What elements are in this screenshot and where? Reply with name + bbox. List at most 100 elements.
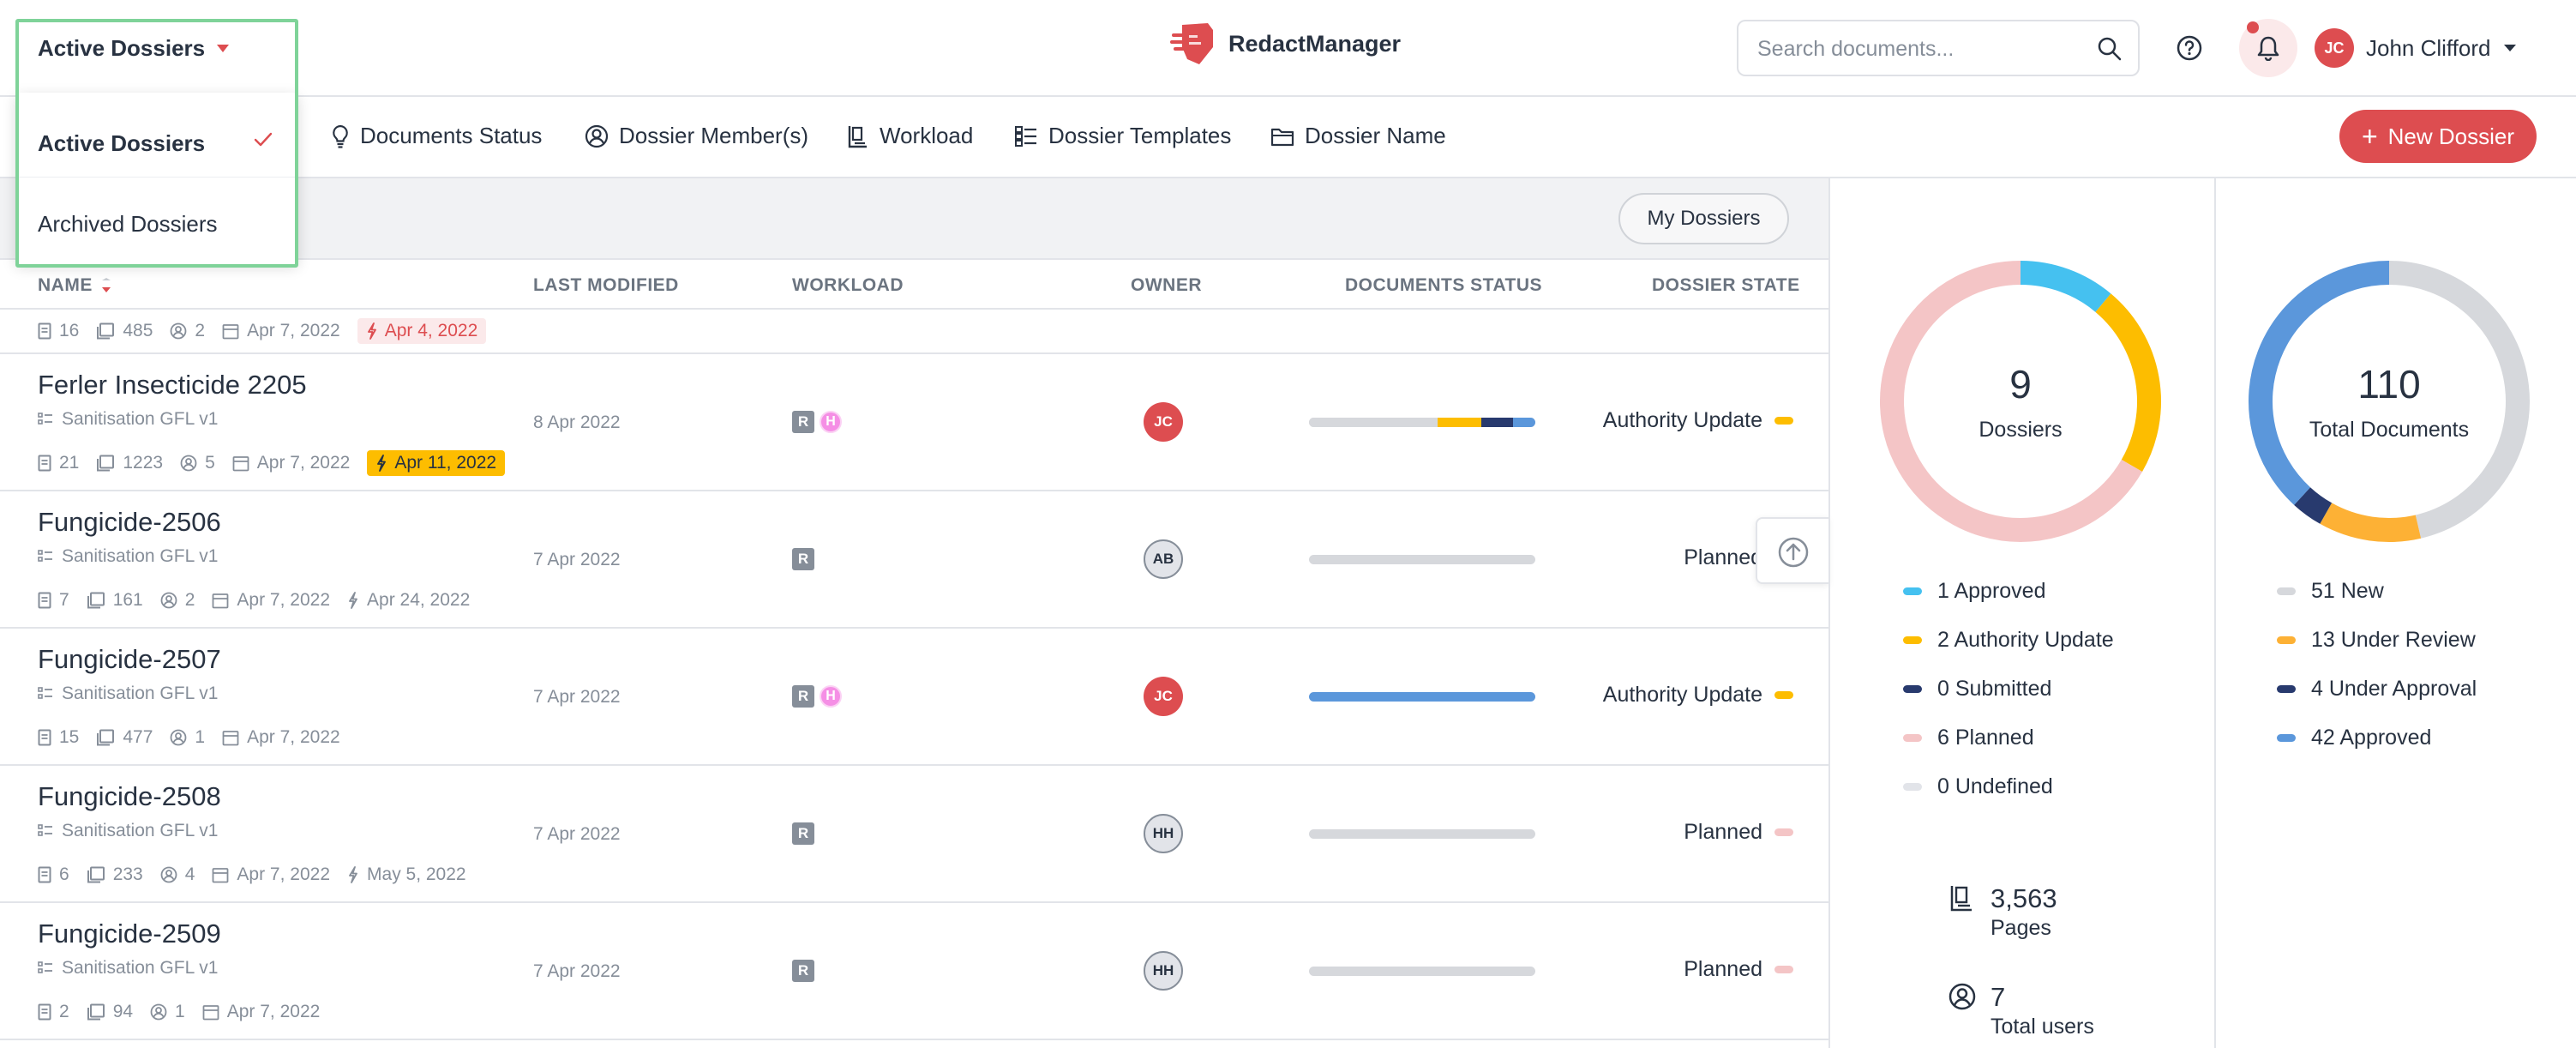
users-label: Total users	[1991, 1015, 2094, 1039]
stat-created: Apr 7, 2022	[212, 864, 330, 885]
top-bar: RedactManager JC John Clifford	[0, 0, 2576, 97]
legend-item[interactable]: 13 Under Review	[2277, 616, 2477, 665]
state-indicator	[1774, 966, 1793, 973]
filter-dossier-templates[interactable]: Dossier Templates	[1014, 123, 1231, 149]
user-menu[interactable]: JC John Clifford	[2315, 28, 2517, 68]
due-date: Apr 24, 2022	[367, 590, 471, 610]
table-row[interactable]: Fungicide-2509 Sanitisation GFL v1 2 94 …	[0, 903, 1828, 1040]
status-segment	[1309, 555, 1535, 564]
pages-icon	[96, 455, 115, 472]
dossier-filter-dropdown[interactable]: Active Dossiers	[15, 19, 298, 77]
my-dossiers-button[interactable]: My Dossiers	[1618, 193, 1789, 244]
documents-status-bar	[1309, 829, 1535, 839]
owner-avatar[interactable]: JC	[1144, 402, 1183, 442]
stat-value: Apr 7, 2022	[247, 727, 340, 747]
dossier-name[interactable]: Fungicide-2509	[38, 919, 221, 949]
due-date: Apr 4, 2022	[384, 321, 478, 340]
workload-icon	[847, 124, 869, 148]
menu-item-archived-dossiers[interactable]: Archived Dossiers	[38, 211, 218, 238]
column-header-last-modified[interactable]: LAST MODIFIED	[533, 275, 679, 296]
row-template: Sanitisation GFL v1	[38, 546, 218, 567]
document-icon	[38, 455, 51, 472]
filter-dossier-members[interactable]: Dossier Member(s)	[585, 123, 808, 149]
legend-label: 0 Undefined	[1937, 774, 2053, 798]
last-modified: 8 Apr 2022	[533, 413, 621, 432]
document-icon	[38, 729, 51, 746]
table-row[interactable]: Fungicide-2506 Sanitisation GFL v1 7 161…	[0, 491, 1828, 629]
owner-avatar[interactable]: JC	[1144, 677, 1183, 716]
dossier-name[interactable]: Ferler Insecticide 2205	[38, 370, 307, 401]
stat-created: Apr 7, 2022	[222, 727, 340, 748]
row-stats: 7 161 2 Apr 7, 2022 Apr 24, 2022	[38, 590, 487, 611]
users-count: 7	[1991, 982, 2006, 1012]
dossier-filter-menu: Active Dossiers Archived Dossiers	[15, 93, 298, 264]
table-row-partial[interactable]: 16 485 2 Apr 7, 2022 Apr 4, 2022	[0, 310, 1828, 354]
stat-documents: 21	[38, 453, 79, 473]
table-row[interactable]: Fungicide-2508 Sanitisation GFL v1 6 233…	[0, 766, 1828, 903]
template-name: Sanitisation GFL v1	[62, 821, 219, 840]
new-dossier-button[interactable]: + New Dossier	[2339, 110, 2537, 163]
legend-item[interactable]: 1 Approved	[1903, 567, 2114, 616]
check-icon	[254, 132, 273, 148]
legend-item[interactable]: 42 Approved	[2277, 714, 2477, 762]
legend-item[interactable]: 4 Under Approval	[2277, 665, 2477, 714]
owner-avatar[interactable]: HH	[1144, 814, 1183, 853]
legend-item[interactable]: 6 Planned	[1903, 714, 2114, 762]
new-dossier-label: New Dossier	[2387, 123, 2515, 149]
row-template: Sanitisation GFL v1	[38, 821, 218, 841]
document-icon	[38, 322, 51, 340]
filter-label: Dossier Member(s)	[619, 123, 809, 148]
user-circle-icon	[160, 592, 177, 609]
scroll-to-top-button[interactable]	[1756, 517, 1828, 584]
column-header-owner[interactable]: OWNER	[1131, 275, 1202, 296]
stat-pages: 1223	[96, 453, 163, 473]
status-segment	[1512, 418, 1535, 427]
state-indicator	[1774, 417, 1793, 425]
dossier-name[interactable]: Fungicide-2507	[38, 644, 221, 675]
legend-color-dot	[2277, 685, 2296, 693]
legend-item[interactable]: 51 New	[2277, 567, 2477, 616]
stat-value: Apr 7, 2022	[256, 453, 351, 473]
stat-members: 1	[150, 1002, 185, 1022]
stat-value: 21	[59, 453, 80, 473]
brand[interactable]: RedactManager	[1170, 21, 1401, 66]
column-header-dossier-state[interactable]: DOSSIER STATE	[1652, 275, 1800, 296]
stat-value: 16	[59, 321, 80, 340]
legend-item[interactable]: 0 Submitted	[1903, 665, 2114, 714]
stat-documents: 16	[38, 321, 79, 341]
filter-dossier-name[interactable]: Dossier Name	[1270, 123, 1446, 149]
notifications-button[interactable]	[2239, 19, 2297, 77]
panel-divider	[2214, 178, 2216, 1048]
search-box[interactable]	[1737, 20, 2140, 76]
dossier-name[interactable]: Fungicide-2506	[38, 507, 221, 538]
stat-value: Apr 7, 2022	[237, 864, 331, 884]
search-input[interactable]	[1756, 33, 2081, 64]
column-header-documents-status[interactable]: DOCUMENTS STATUS	[1345, 275, 1542, 296]
owner-avatar[interactable]: HH	[1144, 951, 1183, 991]
help-icon[interactable]	[2176, 34, 2203, 62]
menu-item-active-dossiers[interactable]: Active Dossiers	[38, 130, 205, 157]
documents-status-bar	[1309, 967, 1535, 976]
template-icon	[38, 824, 53, 838]
legend-color-dot	[2277, 734, 2296, 742]
owner-avatar[interactable]: AB	[1144, 539, 1183, 579]
legend-item[interactable]: 2 Authority Update	[1903, 616, 2114, 665]
stat-created: Apr 7, 2022	[232, 453, 351, 473]
documents-status-bar	[1309, 418, 1535, 427]
column-header-name[interactable]: NAME	[38, 275, 111, 296]
legend-color-dot	[1903, 587, 1922, 595]
filter-documents-status[interactable]: Documents Status	[331, 123, 542, 149]
filter-workload[interactable]: Workload	[847, 123, 973, 149]
stat-pages: 161	[87, 590, 143, 611]
table-row[interactable]: Fungicide-2507 Sanitisation GFL v1 15 47…	[0, 629, 1828, 766]
table-row[interactable]: Ferler Insecticide 2205 Sanitisation GFL…	[0, 354, 1828, 491]
template-name: Sanitisation GFL v1	[62, 409, 219, 429]
legend-item[interactable]: 0 Undefined	[1903, 762, 2114, 811]
stat-value: 15	[59, 727, 80, 747]
search-icon[interactable]	[2097, 36, 2123, 62]
stat-due: Apr 24, 2022	[347, 590, 470, 611]
dossier-name[interactable]: Fungicide-2508	[38, 781, 221, 812]
stat-value: 94	[112, 1002, 134, 1021]
workload-reviewer-badge: R	[792, 685, 814, 708]
column-header-workload[interactable]: WORKLOAD	[792, 275, 904, 296]
